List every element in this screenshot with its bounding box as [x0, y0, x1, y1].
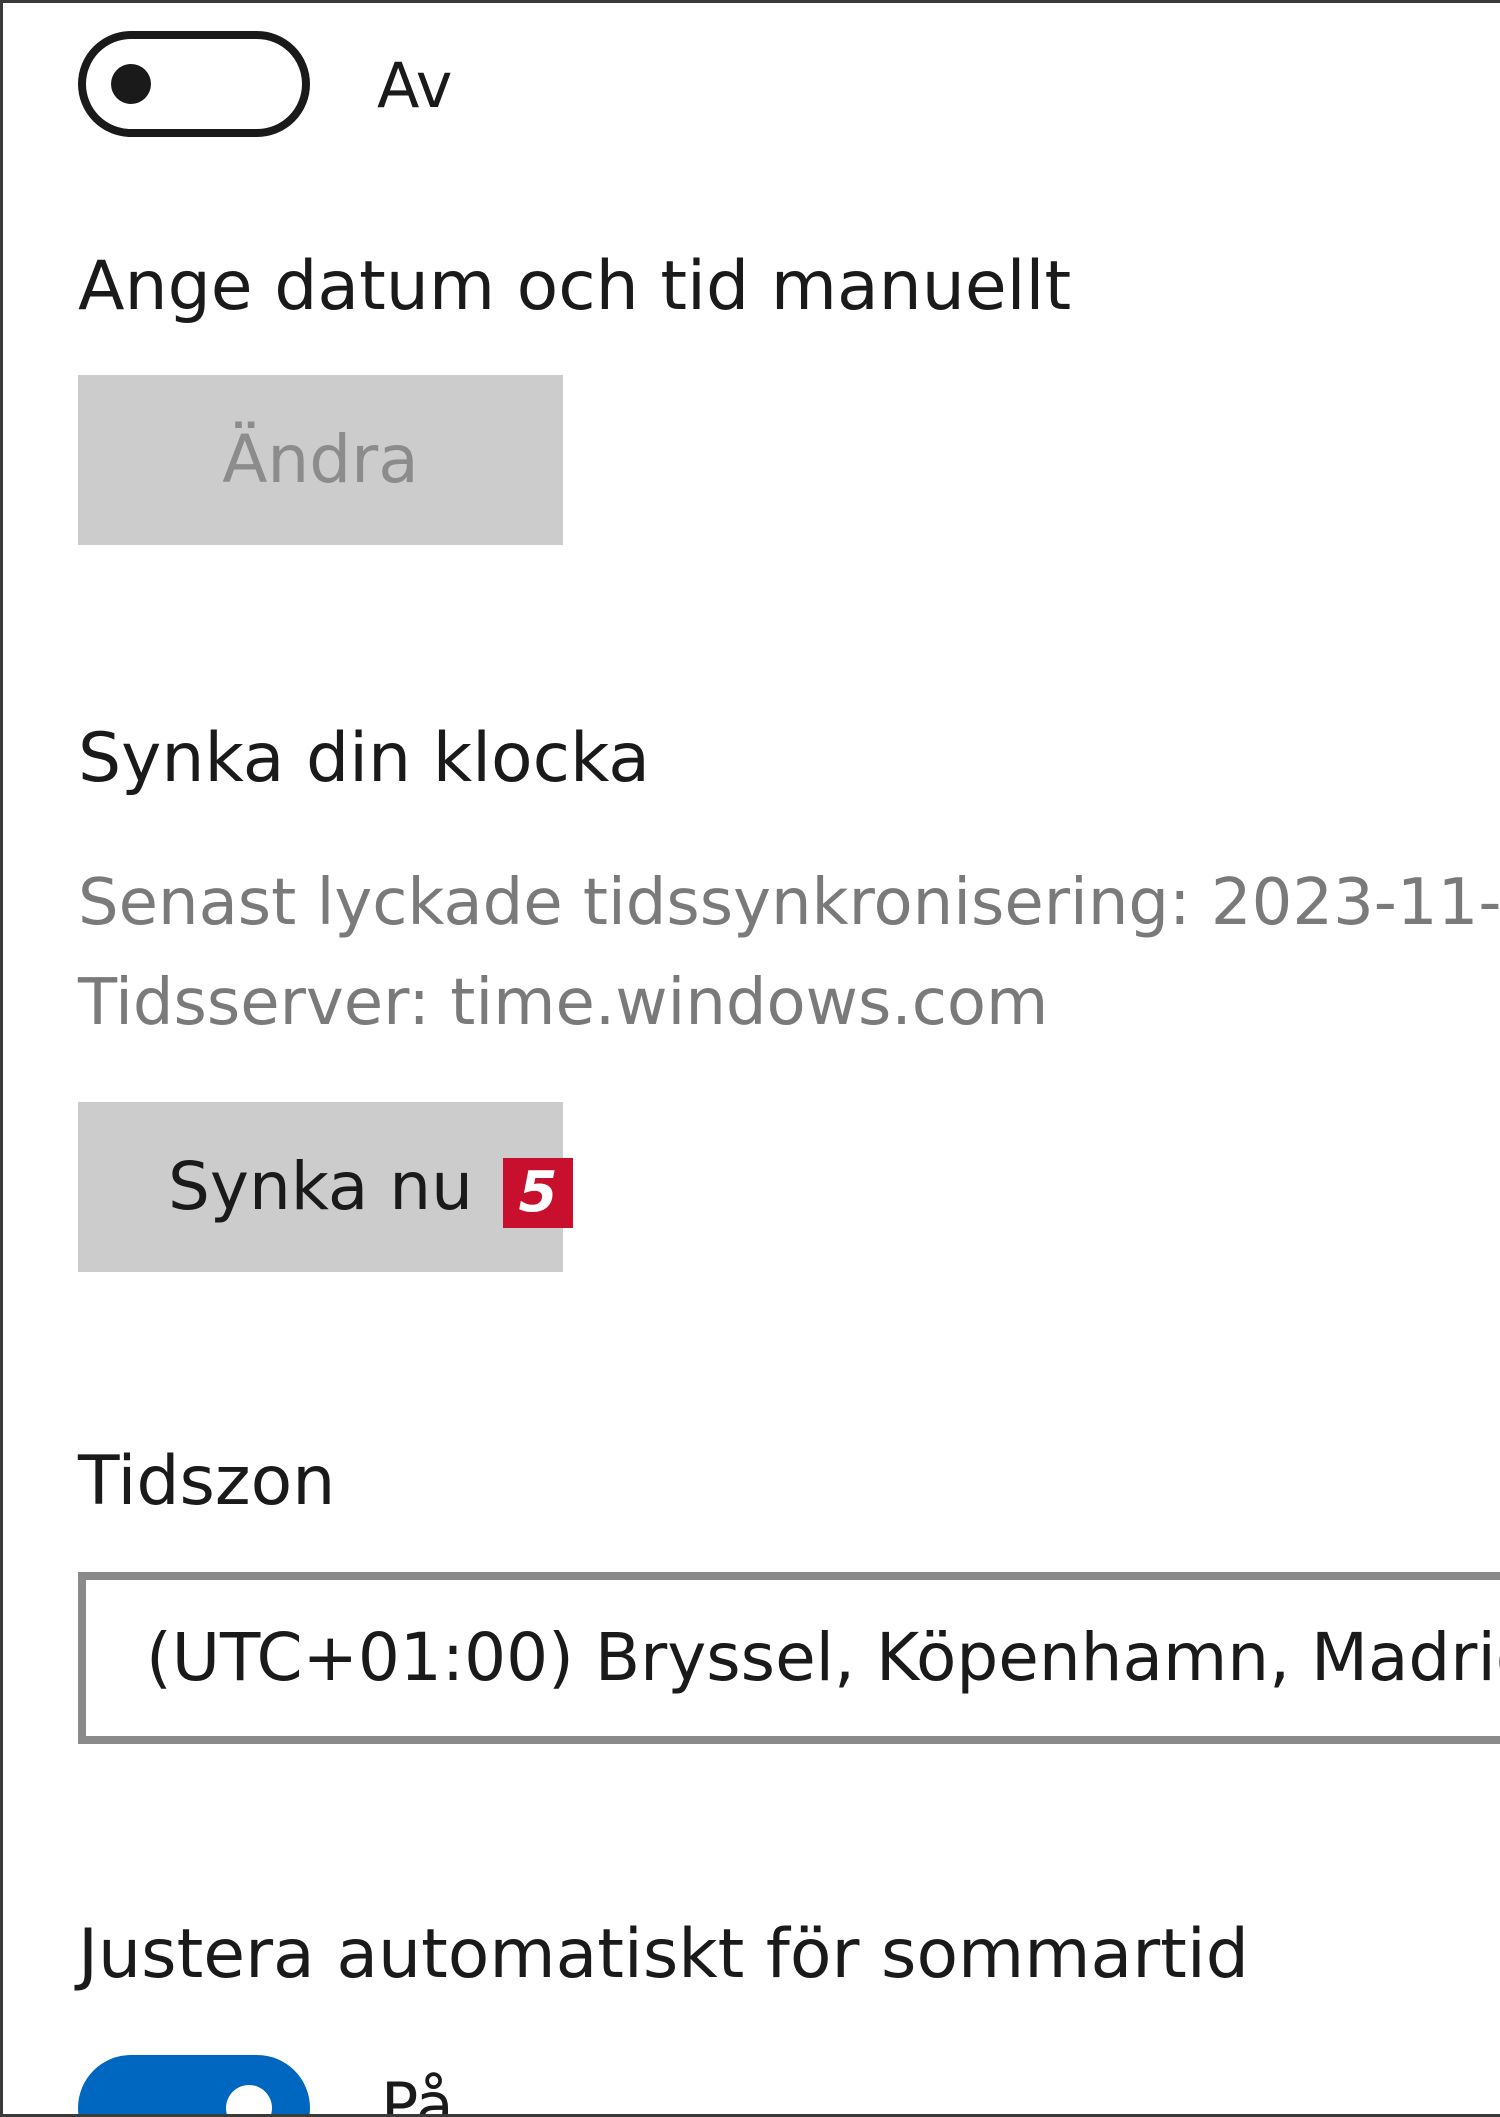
daylight-saving-heading: Justera automatiskt för sommartid — [78, 1915, 1249, 1994]
sync-now-button[interactable]: Synka nu — [78, 1102, 563, 1272]
last-sync-text: Senast lyckade tidssynkronisering: 2023-… — [78, 866, 1500, 940]
toggle-knob — [111, 64, 151, 104]
timezone-select[interactable]: (UTC+01:00) Bryssel, Köpenhamn, Madrid — [78, 1572, 1500, 1744]
toggle-knob — [226, 2085, 272, 2114]
time-server-text: Tidsserver: time.windows.com — [78, 966, 1049, 1040]
daylight-saving-toggle[interactable] — [78, 2055, 310, 2114]
timezone-selected-value: (UTC+01:00) Bryssel, Köpenhamn, Madrid — [146, 1619, 1500, 1696]
toggle-state-label-on: På — [381, 2069, 454, 2117]
sync-clock-heading: Synka din klocka — [78, 719, 650, 798]
settings-panel: Av Ange datum och tid manuellt Ändra Syn… — [0, 0, 1500, 2117]
toggle-state-label-off: Av — [377, 49, 453, 122]
step-number-badge: 5 — [503, 1158, 573, 1228]
manual-datetime-heading: Ange datum och tid manuellt — [78, 247, 1072, 326]
sync-now-label: Synka nu — [168, 1148, 473, 1225]
change-datetime-button[interactable]: Ändra — [78, 375, 563, 545]
set-time-automatically-toggle[interactable] — [78, 31, 310, 137]
timezone-heading: Tidszon — [78, 1442, 336, 1521]
